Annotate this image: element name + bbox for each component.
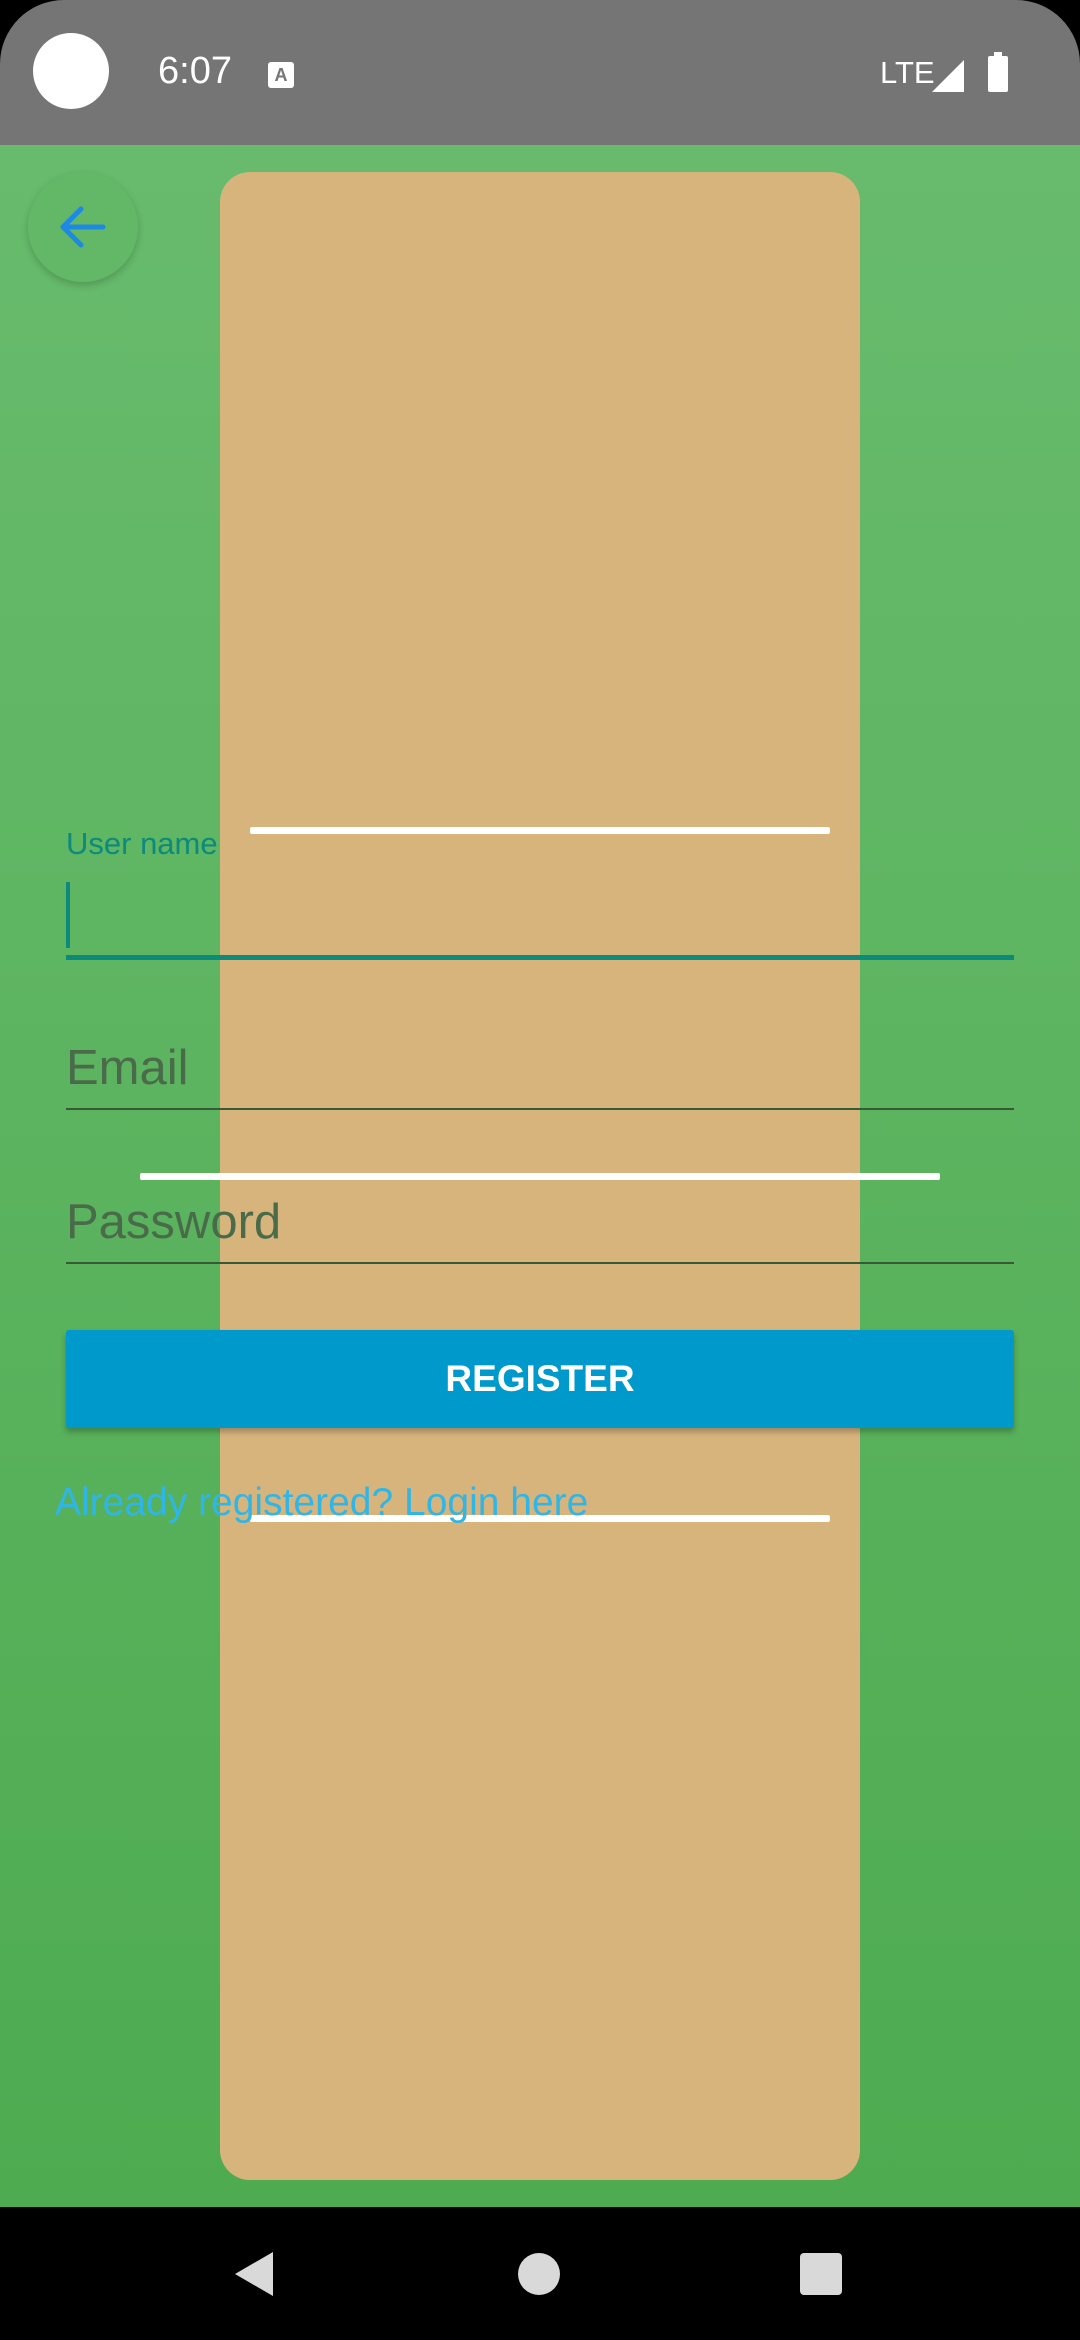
camera-cutout [33, 33, 109, 109]
notification-icon: A [268, 62, 294, 88]
login-link[interactable]: Already registered? Login here [55, 1481, 588, 1525]
username-label: User name [66, 826, 218, 861]
nav-home-icon[interactable] [518, 2253, 560, 2295]
decorative-line [140, 1173, 940, 1180]
back-button[interactable] [28, 172, 138, 282]
arrow-back-icon [60, 206, 106, 248]
battery-icon [988, 52, 1008, 92]
status-bar: 6:07 A LTE [0, 0, 1080, 145]
email-field[interactable]: Email [66, 1040, 189, 1096]
decorative-line [250, 827, 830, 834]
nav-back-icon[interactable] [235, 2252, 273, 2296]
network-type: LTE [880, 55, 935, 90]
register-button[interactable]: REGISTER [66, 1330, 1014, 1428]
register-screen: User name Email Password REGISTER Alread… [0, 145, 1080, 2207]
phone-screen: 6:07 A LTE User name Email Password REGI… [0, 0, 1080, 2340]
username-field[interactable] [66, 955, 1014, 960]
email-underline [66, 1108, 1014, 1110]
signal-icon [932, 60, 964, 92]
nav-recents-icon[interactable] [800, 2253, 842, 2295]
status-time: 6:07 [158, 50, 232, 92]
text-caret [66, 882, 70, 948]
password-field[interactable]: Password [66, 1194, 281, 1250]
navigation-bar [0, 2207, 1080, 2340]
password-underline [66, 1262, 1014, 1264]
